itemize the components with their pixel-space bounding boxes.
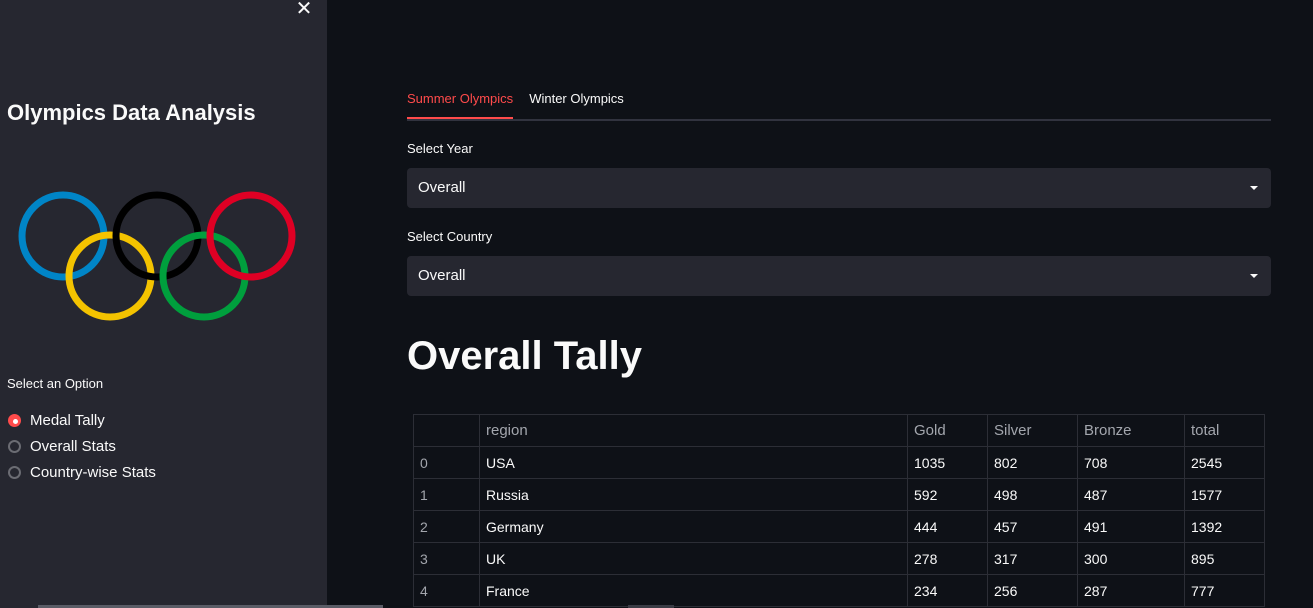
column-header[interactable]: Bronze (1077, 414, 1185, 447)
radio-medal-tally[interactable]: Medal Tally (8, 407, 156, 433)
cell-bronze: 300 (1077, 542, 1185, 575)
table-row: 2 Germany 444 457 491 1392 (413, 510, 1265, 543)
select-country-value: Overall (418, 267, 466, 284)
radio-option-label: Medal Tally (30, 411, 105, 429)
column-header[interactable] (413, 414, 480, 447)
cell-silver: 802 (987, 446, 1078, 479)
sidebar: ✕ Olympics Data Analysis Select an Optio… (0, 0, 327, 608)
tab-summer-olympics[interactable]: Summer Olympics (407, 88, 514, 119)
select-year-label: Select Year (407, 141, 473, 156)
cell-total: 1577 (1184, 478, 1265, 511)
medal-tally-table[interactable]: region Gold Silver Bronze total 0 USA 10… (413, 414, 1265, 607)
row-index: 4 (413, 574, 480, 607)
radio-unchecked-icon[interactable] (8, 465, 21, 479)
option-radio-group: Medal Tally Overall Stats Country-wise S… (8, 407, 156, 485)
cell-silver: 317 (987, 542, 1078, 575)
table-header-row: region Gold Silver Bronze total (413, 414, 1265, 447)
page-title: Overall Tally (407, 334, 642, 378)
cell-total: 895 (1184, 542, 1265, 575)
row-index: 1 (413, 478, 480, 511)
table-row: 1 Russia 592 498 487 1577 (413, 478, 1265, 511)
cell-region: France (479, 574, 908, 607)
select-year-dropdown[interactable]: Overall (407, 168, 1271, 208)
radio-option-label: Overall Stats (30, 437, 116, 455)
chevron-down-icon (1250, 274, 1258, 278)
tab-bar: Summer Olympics Winter Olympics (407, 88, 1271, 121)
cell-gold: 278 (907, 542, 988, 575)
cell-region: UK (479, 542, 908, 575)
cell-gold: 444 (907, 510, 988, 543)
row-index: 2 (413, 510, 480, 543)
cell-gold: 592 (907, 478, 988, 511)
column-header[interactable]: total (1184, 414, 1265, 447)
app: ✕ Olympics Data Analysis Select an Optio… (0, 0, 1313, 608)
tab-winter-olympics[interactable]: Winter Olympics (529, 88, 624, 119)
row-index: 3 (413, 542, 480, 575)
radio-group-label: Select an Option (7, 376, 104, 391)
cell-total: 1392 (1184, 510, 1265, 543)
cell-bronze: 491 (1077, 510, 1185, 543)
radio-option-label: Country-wise Stats (30, 463, 156, 481)
radio-country-wise-stats[interactable]: Country-wise Stats (8, 459, 156, 485)
row-index: 0 (413, 446, 480, 479)
cell-silver: 498 (987, 478, 1078, 511)
cell-region: Russia (479, 478, 908, 511)
cell-bronze: 487 (1077, 478, 1185, 511)
select-country-label: Select Country (407, 229, 493, 244)
column-header[interactable]: region (479, 414, 908, 447)
column-header[interactable]: Silver (987, 414, 1078, 447)
radio-checked-icon[interactable] (8, 413, 21, 427)
cell-gold: 234 (907, 574, 988, 607)
cell-bronze: 287 (1077, 574, 1185, 607)
olympic-rings-logo (18, 191, 296, 321)
table-row: 0 USA 1035 802 708 2545 (413, 446, 1265, 479)
table-row: 4 France 234 256 287 777 (413, 574, 1265, 607)
cell-region: USA (479, 446, 908, 479)
select-country-dropdown[interactable]: Overall (407, 256, 1271, 296)
cell-silver: 457 (987, 510, 1078, 543)
cell-silver: 256 (987, 574, 1078, 607)
close-icon[interactable]: ✕ (293, 0, 315, 20)
cell-bronze: 708 (1077, 446, 1185, 479)
sidebar-title: Olympics Data Analysis (7, 100, 256, 125)
radio-unchecked-icon[interactable] (8, 439, 21, 453)
select-year-value: Overall (418, 179, 466, 196)
column-header[interactable]: Gold (907, 414, 988, 447)
cell-gold: 1035 (907, 446, 988, 479)
radio-overall-stats[interactable]: Overall Stats (8, 433, 156, 459)
cell-region: Germany (479, 510, 908, 543)
chevron-down-icon (1250, 186, 1258, 190)
cell-total: 2545 (1184, 446, 1265, 479)
table-row: 3 UK 278 317 300 895 (413, 542, 1265, 575)
cell-total: 777 (1184, 574, 1265, 607)
